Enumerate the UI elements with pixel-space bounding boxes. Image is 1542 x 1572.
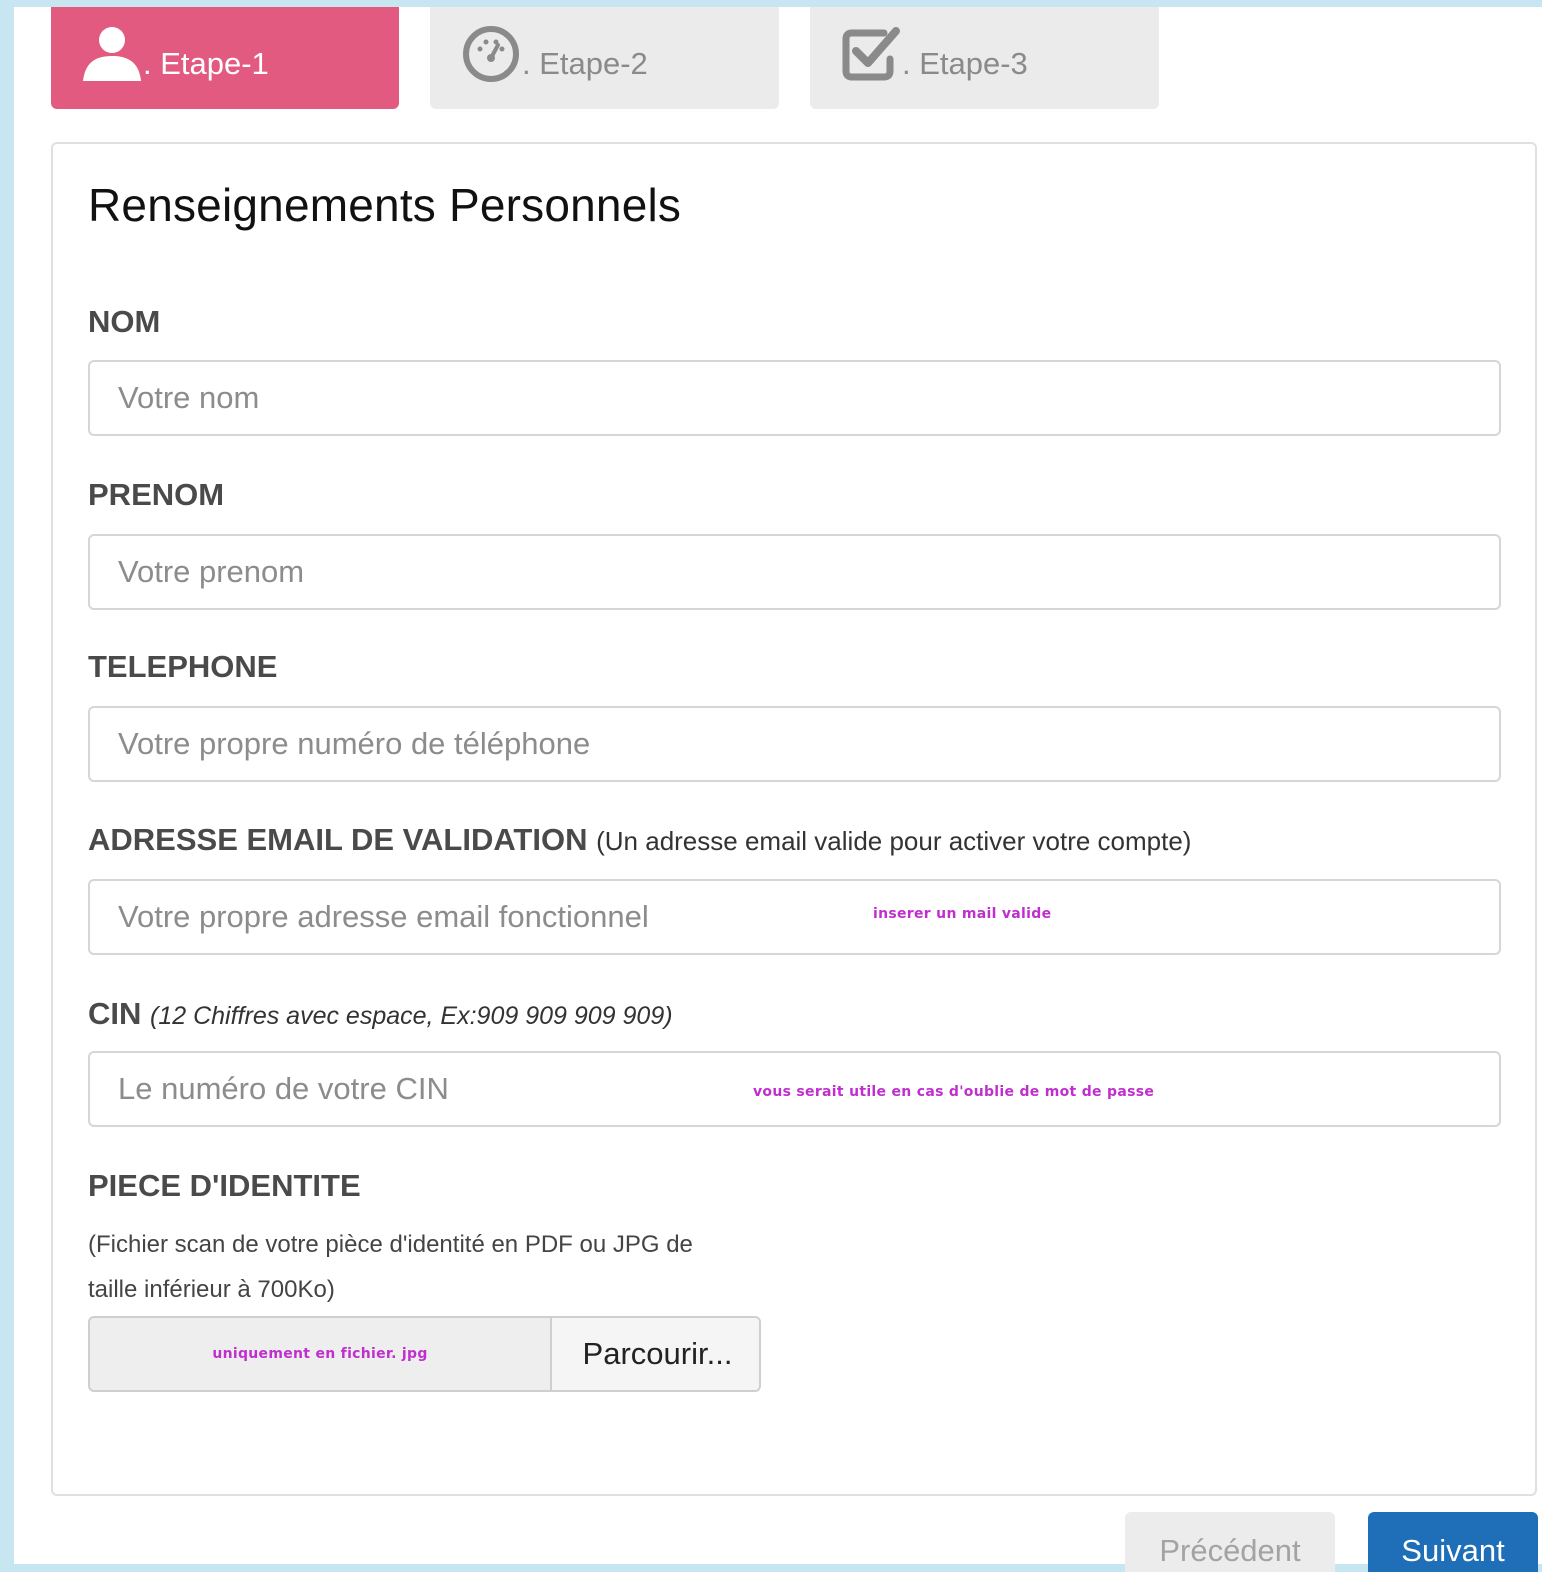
telephone-label: TELEPHONE: [88, 649, 277, 685]
nom-label: NOM: [88, 304, 160, 340]
email-label: ADRESSE EMAIL DE VALIDATION (Un adresse …: [88, 822, 1191, 858]
tab-etape-1[interactable]: . Etape-1: [51, 7, 399, 109]
piece-description-line2: taille inférieur à 700Ko): [88, 1276, 335, 1303]
prenom-input[interactable]: [88, 534, 1501, 610]
email-note: inserer un mail valide: [873, 906, 1052, 922]
piece-description-line1: (Fichier scan de votre pièce d'identité …: [88, 1231, 693, 1258]
form-panel: Renseignements Personnels NOM PRENOM TEL…: [51, 142, 1537, 1496]
email-hint: (Un adresse email valide pour activer vo…: [596, 826, 1192, 856]
tab-etape-1-label: . Etape-1: [143, 46, 269, 81]
tab-etape-3-label: . Etape-3: [902, 46, 1028, 81]
nom-label-text: NOM: [88, 304, 161, 339]
piece-label-text: PIECE D'IDENTITE: [88, 1168, 361, 1203]
piece-label: PIECE D'IDENTITE: [88, 1168, 361, 1204]
cin-note: vous serait utile en cas d'oublie de mot…: [753, 1084, 1155, 1100]
tab-etape-3[interactable]: . Etape-3: [810, 7, 1159, 109]
file-note: uniquement en fichier. jpg: [212, 1346, 428, 1362]
tab-etape-2-label: . Etape-2: [522, 46, 648, 81]
cin-hint: (12 Chiffres avec espace, Ex:909 909 909…: [150, 1002, 673, 1030]
next-button[interactable]: Suivant: [1368, 1512, 1538, 1572]
page: . Etape-1 . Etape-2 . Etape-3 Renseignem…: [14, 7, 1542, 1572]
browse-button[interactable]: Parcourir...: [550, 1318, 759, 1390]
cin-label: CIN (12 Chiffres avec espace, Ex:909 909…: [88, 996, 673, 1032]
piece-description: (Fichier scan de votre pièce d'identité …: [88, 1222, 768, 1312]
prenom-label-text: PRENOM: [88, 477, 225, 512]
email-label-text: ADRESSE EMAIL DE VALIDATION: [88, 822, 588, 857]
telephone-input[interactable]: [88, 706, 1501, 782]
file-name-area[interactable]: uniquement en fichier. jpg: [90, 1318, 550, 1390]
tab-etape-2[interactable]: . Etape-2: [430, 7, 779, 109]
cin-label-text: CIN: [88, 996, 142, 1031]
dashboard-gauge-icon: [460, 23, 522, 93]
nom-input[interactable]: [88, 360, 1501, 436]
user-icon: [81, 23, 143, 93]
panel-title: Renseignements Personnels: [88, 179, 682, 231]
email-input[interactable]: [88, 879, 1501, 955]
check-square-icon: [840, 23, 902, 93]
file-input[interactable]: uniquement en fichier. jpg Parcourir...: [88, 1316, 761, 1392]
prenom-label: PRENOM: [88, 477, 224, 513]
telephone-label-text: TELEPHONE: [88, 649, 278, 684]
previous-button[interactable]: Précédent: [1125, 1512, 1335, 1572]
